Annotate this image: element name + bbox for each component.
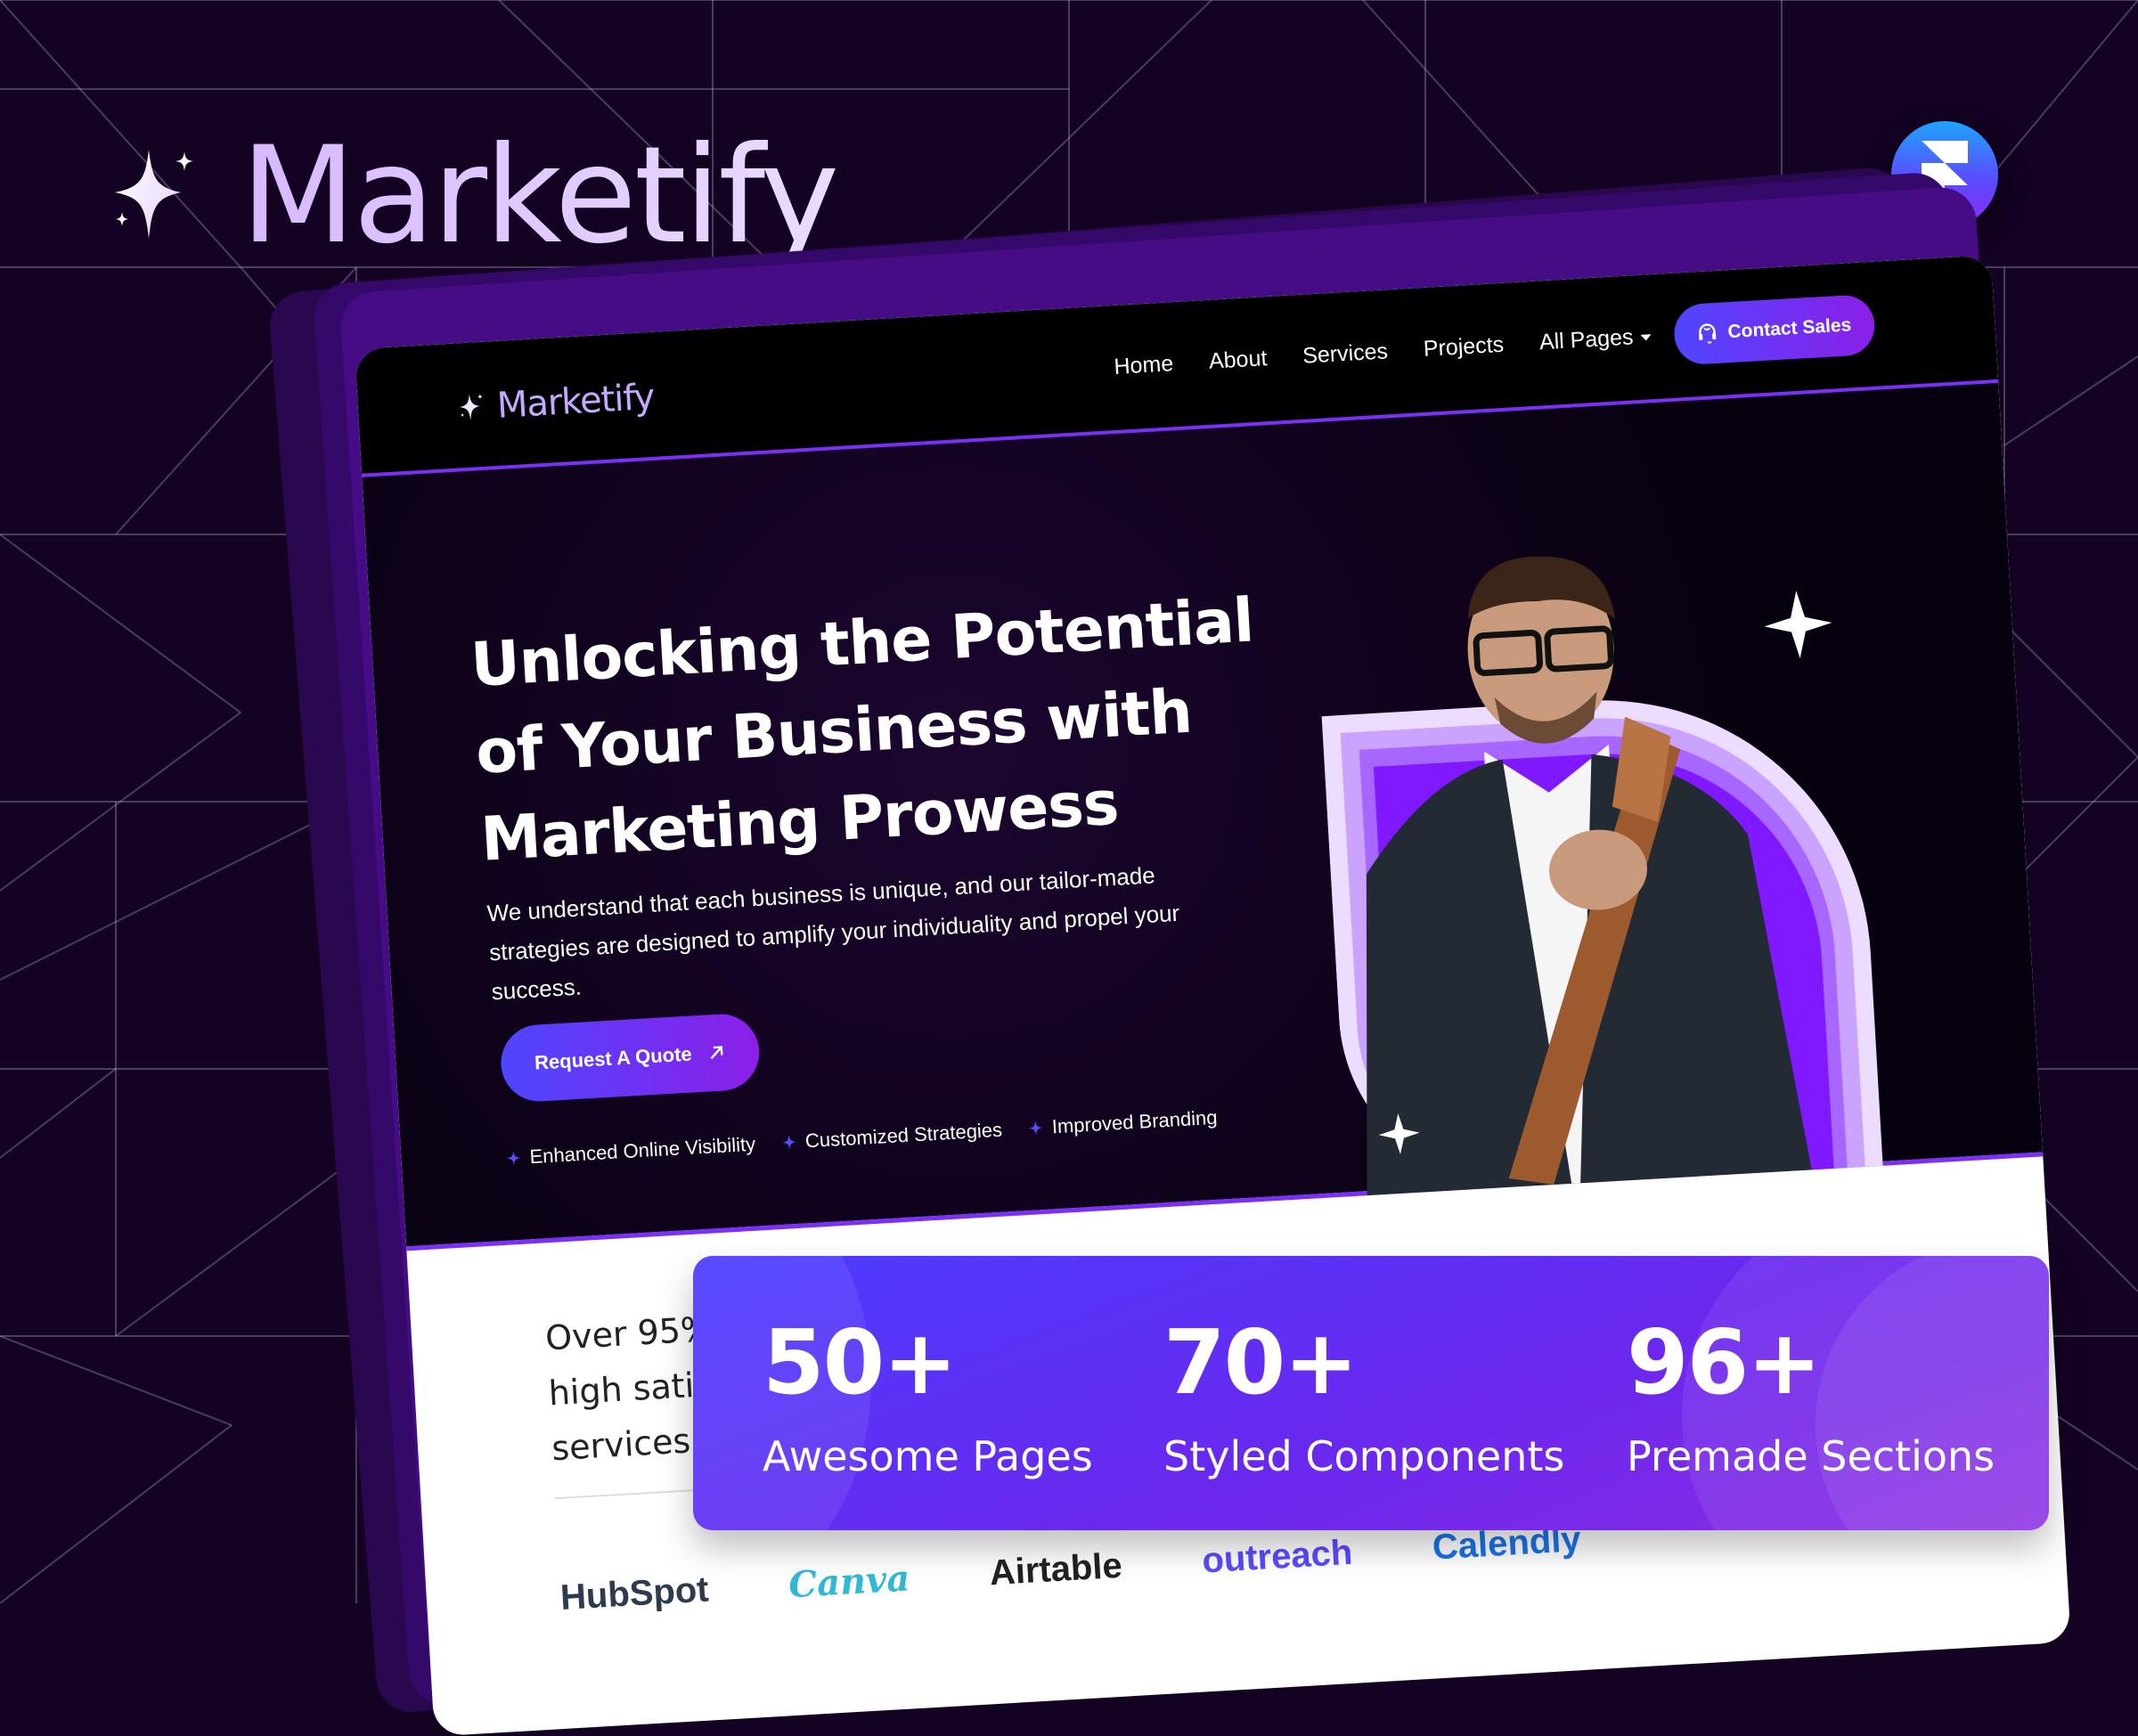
nav-all-pages-label: All Pages xyxy=(1538,324,1635,355)
stat-value: 96+ xyxy=(1627,1310,1822,1414)
stat-value: 50+ xyxy=(763,1310,958,1414)
nav-all-pages[interactable]: All Pages xyxy=(1538,323,1652,355)
caret-down-icon xyxy=(1640,334,1652,341)
feature-label: Customized Strategies xyxy=(804,1118,1003,1153)
contact-sales-label: Contact Sales xyxy=(1726,314,1852,343)
nav-logo[interactable]: Marketify xyxy=(455,377,656,429)
hero-section: Unlocking the Potential of Your Business… xyxy=(362,382,2044,1251)
request-quote-label: Request A Quote xyxy=(534,1042,693,1074)
feature-label: Enhanced Online Visibility xyxy=(528,1132,756,1169)
sparkle-icon xyxy=(1764,591,1832,659)
feature-list: Enhanced Online Visibility Customized St… xyxy=(506,1106,1218,1170)
stat-components: 70+ Styled Components xyxy=(1163,1310,1565,1481)
stat-sections: 96+ Premade Sections xyxy=(1627,1310,1995,1481)
stat-pages: 50+ Awesome Pages xyxy=(763,1310,1093,1481)
sparkle-icon xyxy=(460,393,483,421)
contact-sales-button[interactable]: Contact Sales xyxy=(1672,293,1877,366)
logo-outreach: outreach xyxy=(1201,1532,1354,1581)
stat-label: Premade Sections xyxy=(1627,1432,1995,1480)
logo-airtable: Airtable xyxy=(988,1545,1123,1593)
nav-about[interactable]: About xyxy=(1208,346,1268,375)
hero-title: Unlocking the Potential of Your Business… xyxy=(469,576,1284,884)
stat-label: Awesome Pages xyxy=(763,1432,1093,1480)
logo-hubspot: HubSpot xyxy=(559,1569,710,1618)
nav-services[interactable]: Services xyxy=(1302,338,1388,369)
sparkle-icon xyxy=(1028,1121,1043,1136)
hero-image xyxy=(1321,556,1883,1196)
client-logos: HubSpot Canva Airtable outreach Calendly xyxy=(559,1519,1582,1619)
logo-canva: Canva xyxy=(787,1557,911,1607)
headset-icon xyxy=(1699,323,1717,344)
feature-item: Customized Strategies xyxy=(781,1118,1003,1154)
brand-title: Marketify xyxy=(241,118,839,273)
stat-value: 70+ xyxy=(1163,1310,1359,1414)
sparkle-icon xyxy=(782,1135,797,1150)
feature-label: Improved Branding xyxy=(1051,1105,1219,1138)
nav-home[interactable]: Home xyxy=(1114,351,1174,380)
request-quote-button[interactable]: Request A Quote xyxy=(499,1012,762,1104)
nav-projects[interactable]: Projects xyxy=(1423,332,1505,363)
sparkle-icon xyxy=(115,150,193,239)
arrow-up-right-icon xyxy=(711,1046,723,1060)
feature-item: Improved Branding xyxy=(1028,1106,1218,1140)
nav-logo-text: Marketify xyxy=(495,376,656,427)
nav-links: Home About Services Projects All Pages xyxy=(1114,323,1652,380)
sparkle-icon xyxy=(506,1151,521,1166)
stats-card: 50+ Awesome Pages 70+ Styled Components … xyxy=(693,1256,2049,1530)
stat-label: Styled Components xyxy=(1163,1432,1565,1480)
feature-item: Enhanced Online Visibility xyxy=(506,1133,756,1170)
